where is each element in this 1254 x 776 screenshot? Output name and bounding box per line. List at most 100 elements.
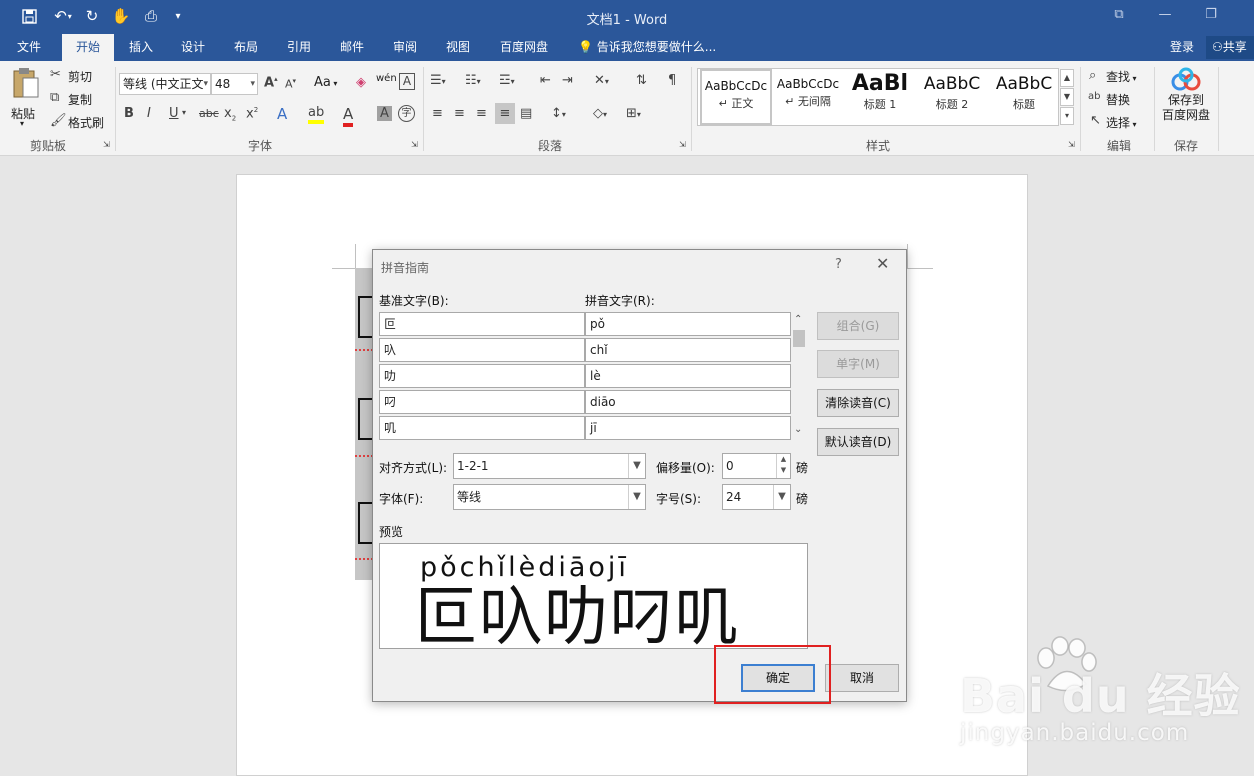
font-launcher-icon[interactable]: ⇲ bbox=[411, 140, 418, 149]
ruby-text-field[interactable]: diāo bbox=[585, 390, 791, 414]
highlight-icon[interactable]: ab bbox=[308, 105, 325, 124]
underline-icon[interactable]: U bbox=[169, 106, 179, 121]
alignment-dropdown[interactable]: 1-2-1 ▼ bbox=[453, 453, 646, 479]
style-heading-1[interactable]: AaBl 标题 1 bbox=[844, 69, 916, 125]
tab-layout[interactable]: 布局 bbox=[223, 34, 269, 61]
char-shading-icon[interactable]: A bbox=[377, 106, 392, 121]
align-left-icon[interactable]: ≡ bbox=[432, 106, 443, 121]
enclose-chars-icon[interactable]: 字 bbox=[398, 105, 415, 122]
tab-home[interactable]: 开始 bbox=[62, 34, 114, 61]
tab-baidu-netdisk[interactable]: 百度网盘 bbox=[490, 34, 558, 61]
style-title[interactable]: AaBbC 标题 bbox=[988, 69, 1060, 125]
rows-scrollbar[interactable]: ⌃ ⌄ bbox=[790, 312, 808, 442]
numbering-icon[interactable]: ☷▾ bbox=[465, 73, 481, 88]
font-size-combo[interactable]: 48 ▾ bbox=[211, 73, 258, 95]
ruby-text-field[interactable]: chǐ bbox=[585, 338, 791, 362]
char-border-icon[interactable]: A bbox=[399, 73, 415, 90]
grow-font-icon[interactable]: A▴ bbox=[264, 75, 278, 90]
style-no-spacing[interactable]: AaBbCcDc ↵ 无间隔 bbox=[772, 69, 844, 125]
size-dropdown[interactable]: 24 ▼ bbox=[722, 484, 791, 510]
cancel-button[interactable]: 取消 bbox=[825, 664, 899, 692]
superscript-icon[interactable]: x2 bbox=[246, 106, 258, 121]
scroll-thumb[interactable] bbox=[793, 330, 805, 347]
group-button[interactable]: 组合(G) bbox=[817, 312, 899, 340]
share-button[interactable]: ⚇共享 bbox=[1206, 36, 1254, 59]
show-marks-icon[interactable]: ¶ bbox=[668, 73, 676, 88]
ruby-text-field[interactable]: lè bbox=[585, 364, 791, 388]
mono-button[interactable]: 单字(M) bbox=[817, 350, 899, 378]
subscript-icon[interactable]: x2 bbox=[224, 106, 236, 123]
close-icon[interactable]: ✕ bbox=[876, 254, 889, 273]
scroll-down-icon[interactable]: ⌄ bbox=[794, 424, 802, 435]
format-painter-button[interactable]: 格式刷 bbox=[68, 114, 104, 131]
copy-button[interactable]: 复制 bbox=[68, 91, 92, 108]
underline-dropdown-icon[interactable]: ▾ bbox=[182, 108, 186, 117]
clipboard-launcher-icon[interactable]: ⇲ bbox=[103, 140, 110, 149]
paste-dropdown-icon[interactable]: ▾ bbox=[20, 119, 24, 128]
clear-formatting-icon[interactable]: ◈ bbox=[356, 75, 366, 90]
font-dropdown[interactable]: 等线 ▼ bbox=[453, 484, 646, 510]
base-text-field[interactable]: 叽 bbox=[379, 416, 585, 440]
styles-launcher-icon[interactable]: ⇲ bbox=[1068, 140, 1075, 149]
styles-scroll-down-icon[interactable]: ▼ bbox=[1060, 88, 1074, 106]
default-reading-button[interactable]: 默认读音(D) bbox=[817, 428, 899, 456]
phonetic-guide-button[interactable]: wén bbox=[376, 73, 397, 84]
font-name-combo[interactable]: 等线 (中文正文 ▾ bbox=[119, 73, 211, 95]
login-link[interactable]: 登录 bbox=[1170, 34, 1194, 60]
styles-scroll-up-icon[interactable]: ▲ bbox=[1060, 69, 1074, 87]
base-text-field[interactable]: 叺 bbox=[379, 338, 585, 362]
base-text-field[interactable]: 叻 bbox=[379, 364, 585, 388]
tab-mailings[interactable]: 邮件 bbox=[329, 34, 375, 61]
paragraph-launcher-icon[interactable]: ⇲ bbox=[679, 140, 686, 149]
ruby-text-field[interactable]: jī bbox=[585, 416, 791, 440]
borders-icon[interactable]: ⊞▾ bbox=[626, 106, 641, 121]
distributed-icon[interactable]: ▤ bbox=[520, 106, 532, 121]
restore-icon[interactable]: ❐ bbox=[1200, 7, 1222, 25]
align-center-icon[interactable]: ≡ bbox=[454, 106, 465, 121]
base-text-field[interactable]: 叼 bbox=[379, 390, 585, 414]
paste-button[interactable]: 粘贴 ▾ bbox=[8, 67, 44, 128]
offset-spinner[interactable]: 0 ▲ ▼ bbox=[722, 453, 791, 479]
font-color-icon[interactable]: A bbox=[343, 105, 354, 127]
replace-button[interactable]: 替换 bbox=[1106, 91, 1130, 108]
save-to-baidu-button[interactable]: 保存到 百度网盘 bbox=[1158, 67, 1214, 133]
size-unit: 磅 bbox=[796, 492, 809, 506]
tab-references[interactable]: 引用 bbox=[276, 34, 322, 61]
spinner-arrows-icon[interactable]: ▲ ▼ bbox=[776, 454, 790, 478]
ruby-text-field[interactable]: pǒ bbox=[585, 312, 791, 336]
tab-review[interactable]: 审阅 bbox=[382, 34, 428, 61]
text-effects-icon[interactable]: A bbox=[277, 105, 287, 123]
decrease-indent-icon[interactable]: ⇤ bbox=[540, 73, 551, 88]
justify-icon[interactable]: ≡ bbox=[495, 103, 515, 124]
tab-file[interactable]: 文件 bbox=[6, 34, 52, 61]
tab-view[interactable]: 视图 bbox=[435, 34, 481, 61]
align-right-icon[interactable]: ≡ bbox=[476, 106, 487, 121]
tab-design[interactable]: 设计 bbox=[170, 34, 216, 61]
sort-icon[interactable]: ⇅ bbox=[636, 73, 647, 88]
tell-me-search[interactable]: 💡 告诉我您想要做什么... bbox=[578, 34, 716, 61]
style-heading-2[interactable]: AaBbC 标题 2 bbox=[916, 69, 988, 125]
shrink-font-icon[interactable]: A▾ bbox=[285, 77, 296, 91]
clear-reading-button[interactable]: 清除读音(C) bbox=[817, 389, 899, 417]
scroll-up-icon[interactable]: ⌃ bbox=[794, 314, 802, 325]
strikethrough-icon[interactable]: abc bbox=[199, 107, 219, 120]
minimize-icon[interactable]: — bbox=[1154, 7, 1176, 25]
base-text-field[interactable]: 叵 bbox=[379, 312, 585, 336]
shading-icon[interactable]: ◇▾ bbox=[593, 106, 607, 121]
tab-insert[interactable]: 插入 bbox=[118, 34, 164, 61]
ribbon-display-options-icon[interactable]: ⧉ bbox=[1108, 7, 1130, 25]
increase-indent-icon[interactable]: ⇥ bbox=[562, 73, 573, 88]
multilevel-list-icon[interactable]: ☲▾ bbox=[499, 73, 515, 88]
bullets-icon[interactable]: ☰▾ bbox=[430, 73, 446, 88]
line-spacing-icon[interactable]: ↕▾ bbox=[551, 106, 566, 121]
change-case-button[interactable]: Aa ▾ bbox=[314, 75, 337, 90]
italic-icon[interactable]: I bbox=[147, 106, 151, 121]
chinese-layout-icon[interactable]: ✕▾ bbox=[594, 73, 609, 88]
help-icon[interactable]: ? bbox=[835, 257, 842, 272]
cut-button[interactable]: 剪切 bbox=[68, 68, 92, 85]
bold-icon[interactable]: B bbox=[124, 106, 134, 121]
styles-more-icon[interactable]: ▾ bbox=[1060, 107, 1074, 125]
style-normal[interactable]: AaBbCcDc ↵ 正文 bbox=[700, 69, 772, 125]
find-button[interactable]: 查找 ▾ bbox=[1106, 68, 1137, 85]
select-button[interactable]: 选择 ▾ bbox=[1106, 114, 1137, 131]
